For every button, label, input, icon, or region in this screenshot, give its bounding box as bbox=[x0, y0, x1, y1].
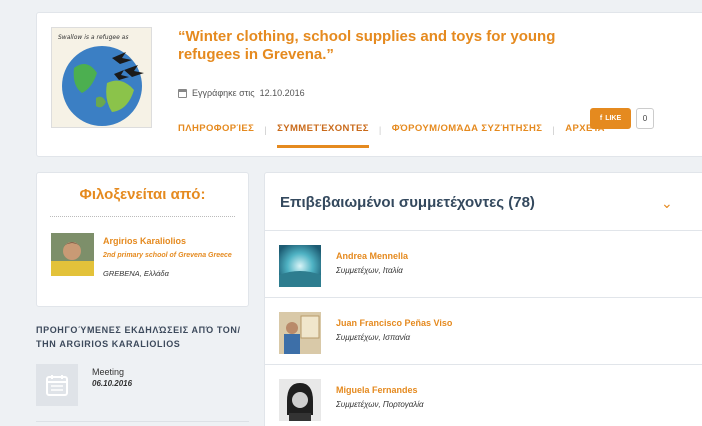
host-location: GREBENA, Ελλάδα bbox=[103, 269, 169, 278]
participant-role: Συμμετέχων, Πορτογαλία bbox=[336, 400, 424, 409]
divider bbox=[50, 216, 235, 217]
participant-name-link[interactable]: Andrea Mennella bbox=[336, 251, 408, 261]
calendar-icon[interactable] bbox=[36, 364, 78, 406]
event-header-card: Swallow is a refugee as “Winter clothing… bbox=[36, 12, 702, 157]
participant-role: Συμμετέχων, Ιταλία bbox=[336, 266, 403, 275]
participant-row: Juan Francisco Peñas Viso Συμμετέχων, Ισ… bbox=[265, 298, 702, 365]
participant-avatar[interactable] bbox=[279, 379, 321, 421]
participant-name-link[interactable]: Miguela Fernandes bbox=[336, 385, 418, 395]
participant-row: Andrea Mennella Συμμετέχων, Ιταλία bbox=[265, 231, 702, 298]
like-label: LIKE bbox=[605, 115, 622, 122]
participant-avatar[interactable] bbox=[279, 312, 321, 354]
previous-event-date: 06.10.2016 bbox=[92, 379, 133, 388]
registered-label: Εγγράφηκε στις bbox=[192, 88, 255, 98]
registered-date: 12.10.2016 bbox=[259, 88, 305, 98]
facebook-icon: f bbox=[599, 115, 603, 122]
host-school-link[interactable]: 2nd primary school of Grevena Greece bbox=[103, 252, 238, 260]
tab-separator: | bbox=[264, 125, 268, 136]
tab-forum[interactable]: ΦΌΡΟΥΜ/ΟΜΆΔΑ ΣΥΖΉΤΗΣΗΣ bbox=[392, 123, 543, 138]
calendar-icon bbox=[178, 88, 187, 98]
participant-role: Συμμετέχων, Ισπανία bbox=[336, 333, 411, 342]
host-card: Φιλοξενείται από: Argirios Karaliolios 2… bbox=[36, 172, 249, 307]
chevron-down-icon[interactable]: ⌄ bbox=[661, 195, 673, 212]
event-thumbnail: Swallow is a refugee as bbox=[51, 27, 152, 128]
participants-title: Επιβεβαιωμένοι συμμετέχοντες (78) bbox=[280, 194, 535, 211]
participants-header[interactable]: Επιβεβαιωμένοι συμμετέχοντες (78) ⌄ bbox=[265, 173, 702, 231]
participant-name-link[interactable]: Juan Francisco Peñas Viso bbox=[336, 318, 452, 328]
previous-events-heading: ΠΡΟΗΓΟΎΜΕΝΕΣ ΕΚΔΗΛΏΣΕΙΣ ΑΠΌ ΤΟΝ/ΤΗΝ ARGI… bbox=[36, 325, 241, 349]
thumb-caption: Swallow is a refugee as bbox=[58, 34, 128, 41]
tab-separator: | bbox=[378, 125, 382, 136]
participant-avatar[interactable] bbox=[279, 245, 321, 287]
like-count: 0 bbox=[636, 108, 654, 129]
tab-participants[interactable]: ΣΥΜΜΕΤΈΧΟΝΤΕΣ bbox=[277, 123, 369, 148]
participant-row: Miguela Fernandes Συμμετέχων, Πορτογαλία bbox=[265, 365, 702, 426]
event-tabs: ΠΛΗΡΟΦΟΡΊΕΣ | ΣΥΜΜΕΤΈΧΟΝΤΕΣ | ΦΌΡΟΥΜ/ΟΜΆ… bbox=[178, 123, 605, 148]
host-avatar[interactable] bbox=[51, 233, 94, 276]
event-registered-meta: Εγγράφηκε στις 12.10.2016 bbox=[178, 88, 305, 98]
previous-event-type[interactable]: Meeting bbox=[92, 367, 124, 377]
host-name-link[interactable]: Argirios Karaliolios bbox=[103, 236, 186, 246]
divider bbox=[36, 421, 249, 422]
tab-info[interactable]: ΠΛΗΡΟΦΟΡΊΕΣ bbox=[178, 123, 254, 138]
event-title: “Winter clothing, school supplies and to… bbox=[178, 28, 556, 63]
tab-separator: | bbox=[552, 125, 556, 136]
like-button[interactable]: f LIKE bbox=[590, 108, 631, 129]
participants-panel: Επιβεβαιωμένοι συμμετέχοντες (78) ⌄ Andr… bbox=[264, 172, 702, 426]
host-heading: Φιλοξενείται από: bbox=[79, 186, 206, 203]
